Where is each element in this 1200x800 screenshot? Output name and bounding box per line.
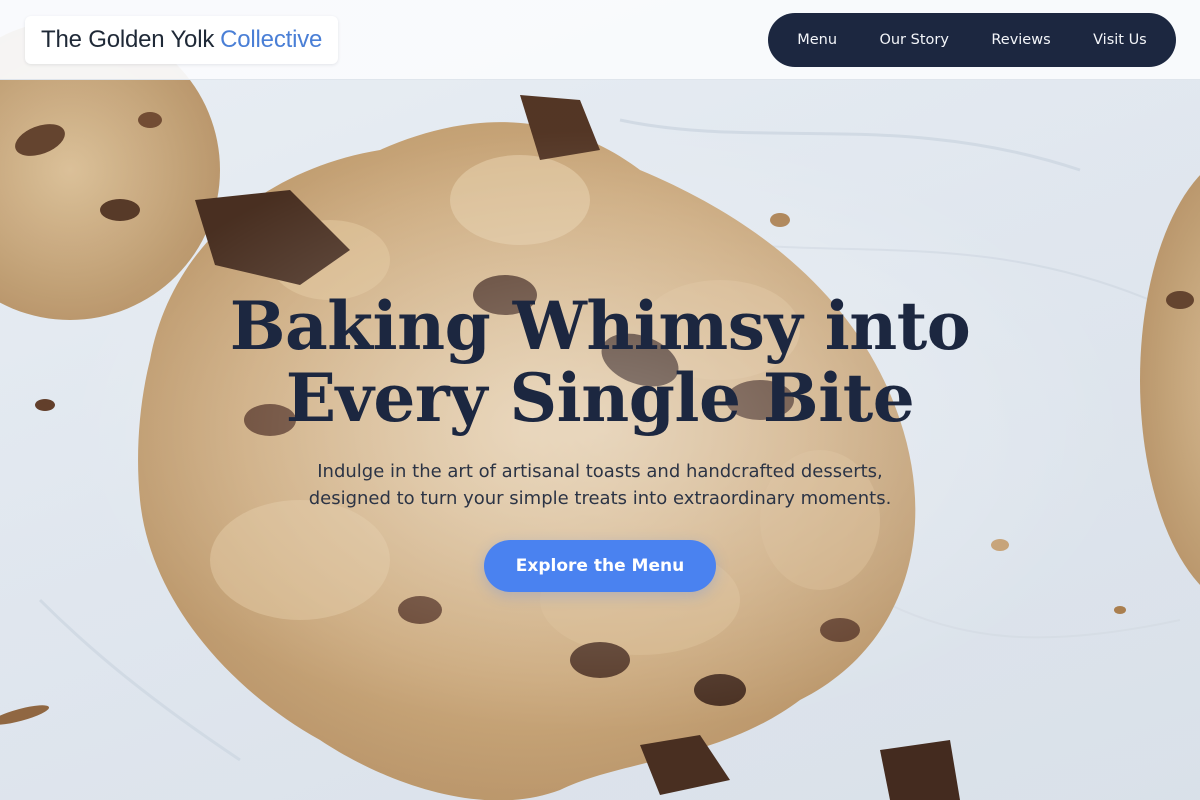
site-header: The Golden Yolk Collective Menu Our Stor… bbox=[0, 0, 1200, 80]
hero-subtitle-line-2: designed to turn your simple treats into… bbox=[308, 488, 892, 509]
brand-name: The Golden Yolk bbox=[41, 26, 215, 53]
nav-link-menu[interactable]: Menu bbox=[787, 24, 847, 56]
hero-section: Baking Whimsy into Every Single Bite Ind… bbox=[0, 290, 1200, 592]
hero-title: Baking Whimsy into Every Single Bite bbox=[0, 290, 1200, 434]
brand-logo[interactable]: The Golden Yolk Collective bbox=[25, 16, 339, 64]
explore-menu-button[interactable]: Explore the Menu bbox=[484, 540, 716, 592]
hero-title-line-1: Baking Whimsy into bbox=[229, 287, 971, 365]
nav-link-visit-us[interactable]: Visit Us bbox=[1083, 24, 1157, 56]
nav-link-reviews[interactable]: Reviews bbox=[981, 24, 1060, 56]
hero-subtitle-line-1: Indulge in the art of artisanal toasts a… bbox=[317, 461, 883, 482]
brand-accent: Collective bbox=[220, 26, 323, 53]
hero-subtitle: Indulge in the art of artisanal toasts a… bbox=[0, 458, 1200, 512]
hero-title-line-2: Every Single Bite bbox=[285, 359, 915, 437]
nav-link-our-story[interactable]: Our Story bbox=[869, 24, 958, 56]
main-navigation: Menu Our Story Reviews Visit Us bbox=[768, 13, 1176, 67]
